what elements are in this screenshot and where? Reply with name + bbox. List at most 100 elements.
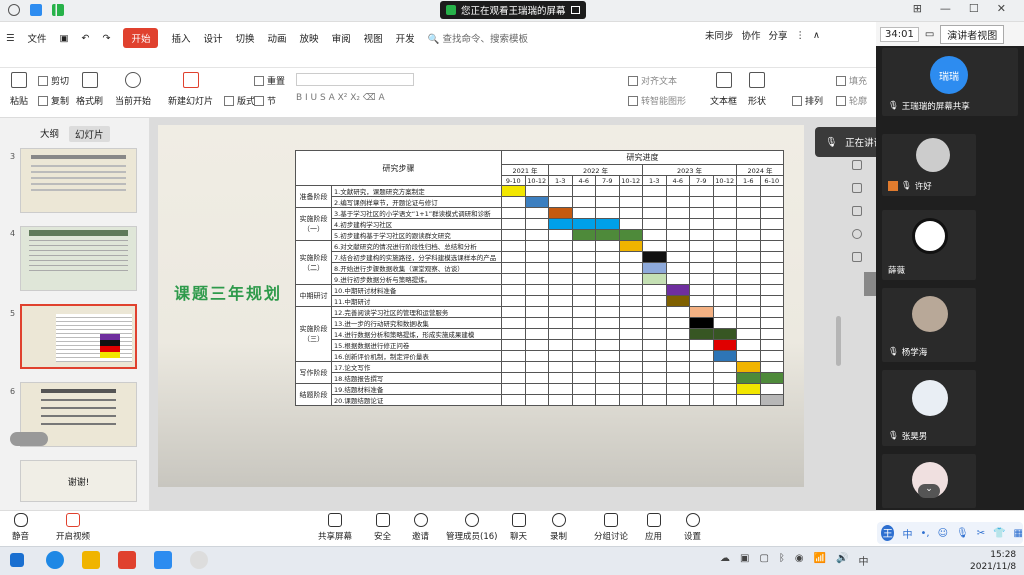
search-box[interactable]: 🔍 查找命令、搜索模板 xyxy=(428,31,528,45)
minimize-button[interactable]: — xyxy=(940,2,951,15)
image-tool-icon[interactable] xyxy=(852,252,862,262)
share-button[interactable]: 分享 xyxy=(769,28,788,42)
presenter-view-select[interactable]: 演讲者视图 xyxy=(940,24,1005,44)
collapse-panel-handle[interactable] xyxy=(864,272,876,296)
shape-button[interactable]: 形状 xyxy=(748,72,766,107)
new-slide-button[interactable]: 新建幻灯片 xyxy=(168,72,213,107)
tab-view[interactable]: 视图 xyxy=(364,31,383,45)
reset-button[interactable]: 重置 xyxy=(254,74,285,87)
wps-icon[interactable] xyxy=(118,551,136,569)
ime-voice-icon[interactable]: 🎙 xyxy=(956,528,969,539)
chat-button[interactable]: 聊天 xyxy=(510,513,527,542)
close-button[interactable]: ✕ xyxy=(997,2,1006,15)
copy-button[interactable]: 复制 xyxy=(38,94,69,107)
align-text-button[interactable]: 对齐文本 xyxy=(628,74,677,87)
window-tool-icon[interactable] xyxy=(852,206,862,216)
tab-transition[interactable]: 切换 xyxy=(236,31,255,45)
gantt-table[interactable]: 研究步骤 研究进度 2021 年 2022 年 2023 年 2024 年 9-… xyxy=(295,150,784,406)
canvas-scrollbar[interactable] xyxy=(836,316,841,366)
windows-start-icon[interactable] xyxy=(10,553,24,567)
collab-button[interactable]: 协作 xyxy=(742,28,761,42)
convert-smartart-button[interactable]: 转智能图形 xyxy=(628,94,686,107)
section-button[interactable]: 节 xyxy=(254,94,276,107)
ime-skin-icon[interactable]: 👕 xyxy=(993,528,1005,539)
sync-status[interactable]: 未同步 xyxy=(705,28,734,42)
tab-insert[interactable]: 插入 xyxy=(171,31,190,45)
ime-emoji-icon[interactable]: ☺ xyxy=(938,528,948,539)
participant-tile[interactable]: 🎙 许好 xyxy=(882,134,976,196)
font-format-tools[interactable]: B I U S A X² X₂ ⌫ A xyxy=(296,93,456,106)
meeting-app-icon[interactable] xyxy=(154,551,172,569)
undo-icon[interactable]: ↶ xyxy=(82,33,90,44)
help-icon[interactable] xyxy=(852,229,862,239)
settings-tool-icon[interactable] xyxy=(852,160,862,170)
record-button[interactable]: 录制 xyxy=(550,513,567,542)
edge-icon[interactable] xyxy=(46,551,64,569)
paste-button[interactable]: 粘贴 xyxy=(10,72,28,107)
tab-developer[interactable]: 开发 xyxy=(396,31,415,45)
tab-outline[interactable]: 大纲 xyxy=(40,126,59,142)
fill-button[interactable]: 填充 xyxy=(836,74,867,87)
chevron-down-icon[interactable]: ⌄ xyxy=(918,484,940,498)
slide-canvas[interactable]: 课题三年规划 研究步骤 研究进度 2021 年 2022 年 2023 年 20… xyxy=(158,125,804,487)
share-screen-button[interactable]: 共享屏幕 xyxy=(318,513,352,542)
slide-thumbnail-3[interactable] xyxy=(20,148,137,213)
mute-button[interactable]: 静音 xyxy=(12,513,29,542)
layout-button[interactable]: 版式 xyxy=(224,94,255,107)
ime-scissors-icon[interactable]: ✂ xyxy=(977,528,985,539)
bluetooth-icon[interactable]: ᛒ xyxy=(779,553,785,568)
textbox-button[interactable]: 文本框 xyxy=(710,72,737,107)
arrange-button[interactable]: 排列 xyxy=(792,94,823,107)
ime-indicator-icon[interactable]: 中 xyxy=(859,553,869,568)
settings-button[interactable]: 设置 xyxy=(684,513,701,542)
breakout-button[interactable]: 分组讨论 xyxy=(594,513,628,542)
thumb-toolbar[interactable] xyxy=(10,432,48,446)
collapse-icon[interactable]: ∧ xyxy=(813,30,820,41)
tab-slideshow[interactable]: 放映 xyxy=(300,31,319,45)
apps-button[interactable]: 应用 xyxy=(645,513,662,542)
shield-icon[interactable] xyxy=(30,4,42,16)
ime-toolbar[interactable]: 王中 •, ☺ 🎙 ✂ 👕 ▦ xyxy=(877,522,1023,544)
save-icon[interactable]: ▣ xyxy=(60,33,69,44)
ime-grid-icon[interactable]: ▦ xyxy=(1014,528,1023,539)
menu-file[interactable]: 文件 xyxy=(28,31,47,45)
taskbar-clock[interactable]: 15:28 2021/11/8 xyxy=(970,549,1016,573)
play-current-button[interactable]: 当前开始 xyxy=(115,72,151,107)
share-status-pill[interactable]: 您正在观看王瑞瑞的屏幕 xyxy=(440,1,586,19)
pin-icon[interactable]: ⊞ xyxy=(913,2,922,15)
tab-review[interactable]: 审阅 xyxy=(332,31,351,45)
wifi-icon[interactable]: 📶 xyxy=(814,553,826,568)
profile-icon[interactable] xyxy=(190,551,208,569)
invite-button[interactable]: 邀请 xyxy=(412,513,429,542)
tray-icon[interactable]: ▢ xyxy=(759,553,768,568)
slide-thumbnail-7[interactable]: 谢谢! xyxy=(20,460,137,502)
ime-punct-icon[interactable]: •, xyxy=(920,528,929,539)
outline-button[interactable]: 轮廓 xyxy=(836,94,867,107)
folder-icon[interactable] xyxy=(82,551,100,569)
tray-icon[interactable]: ▣ xyxy=(740,553,749,568)
security-button[interactable]: 安全 xyxy=(374,513,391,542)
participant-tile[interactable]: 薛薇 xyxy=(882,210,976,280)
participant-tile[interactable]: 🎙 张昊男 xyxy=(882,370,976,446)
volume-icon[interactable]: 🔊 xyxy=(836,553,848,568)
maximize-button[interactable]: ☐ xyxy=(969,2,979,15)
tab-start[interactable]: 开始 xyxy=(123,28,159,48)
search-input[interactable]: 查找命令、搜索模板 xyxy=(442,34,528,45)
tab-design[interactable]: 设计 xyxy=(204,31,223,45)
window-icon[interactable] xyxy=(570,6,580,14)
info-icon[interactable] xyxy=(8,4,20,16)
ime-logo-icon[interactable]: 王 xyxy=(881,525,895,541)
ime-chinese-icon[interactable]: 中 xyxy=(902,526,912,541)
participant-tile-screen-share[interactable]: 瑞瑞 🎙 王瑞瑞的屏幕共享 xyxy=(882,48,1018,116)
participant-tile[interactable]: 🎙 杨学海 xyxy=(882,288,976,362)
system-tray[interactable]: ☁ ▣ ▢ ᛒ ◉ 📶 🔊 中 xyxy=(720,553,869,568)
format-painter-button[interactable]: 格式刷 xyxy=(76,72,103,107)
font-family-select[interactable] xyxy=(296,73,414,86)
cut-button[interactable]: 剪切 xyxy=(38,74,69,87)
tab-slides[interactable]: 幻灯片 xyxy=(69,126,110,142)
tab-animation[interactable]: 动画 xyxy=(268,31,287,45)
more-icon[interactable]: ⋮ xyxy=(796,30,806,41)
video-button[interactable]: 开启视频 xyxy=(56,513,90,542)
cloud-icon[interactable]: ☁ xyxy=(720,553,730,568)
slide-title[interactable]: 课题三年规划 xyxy=(174,280,282,304)
